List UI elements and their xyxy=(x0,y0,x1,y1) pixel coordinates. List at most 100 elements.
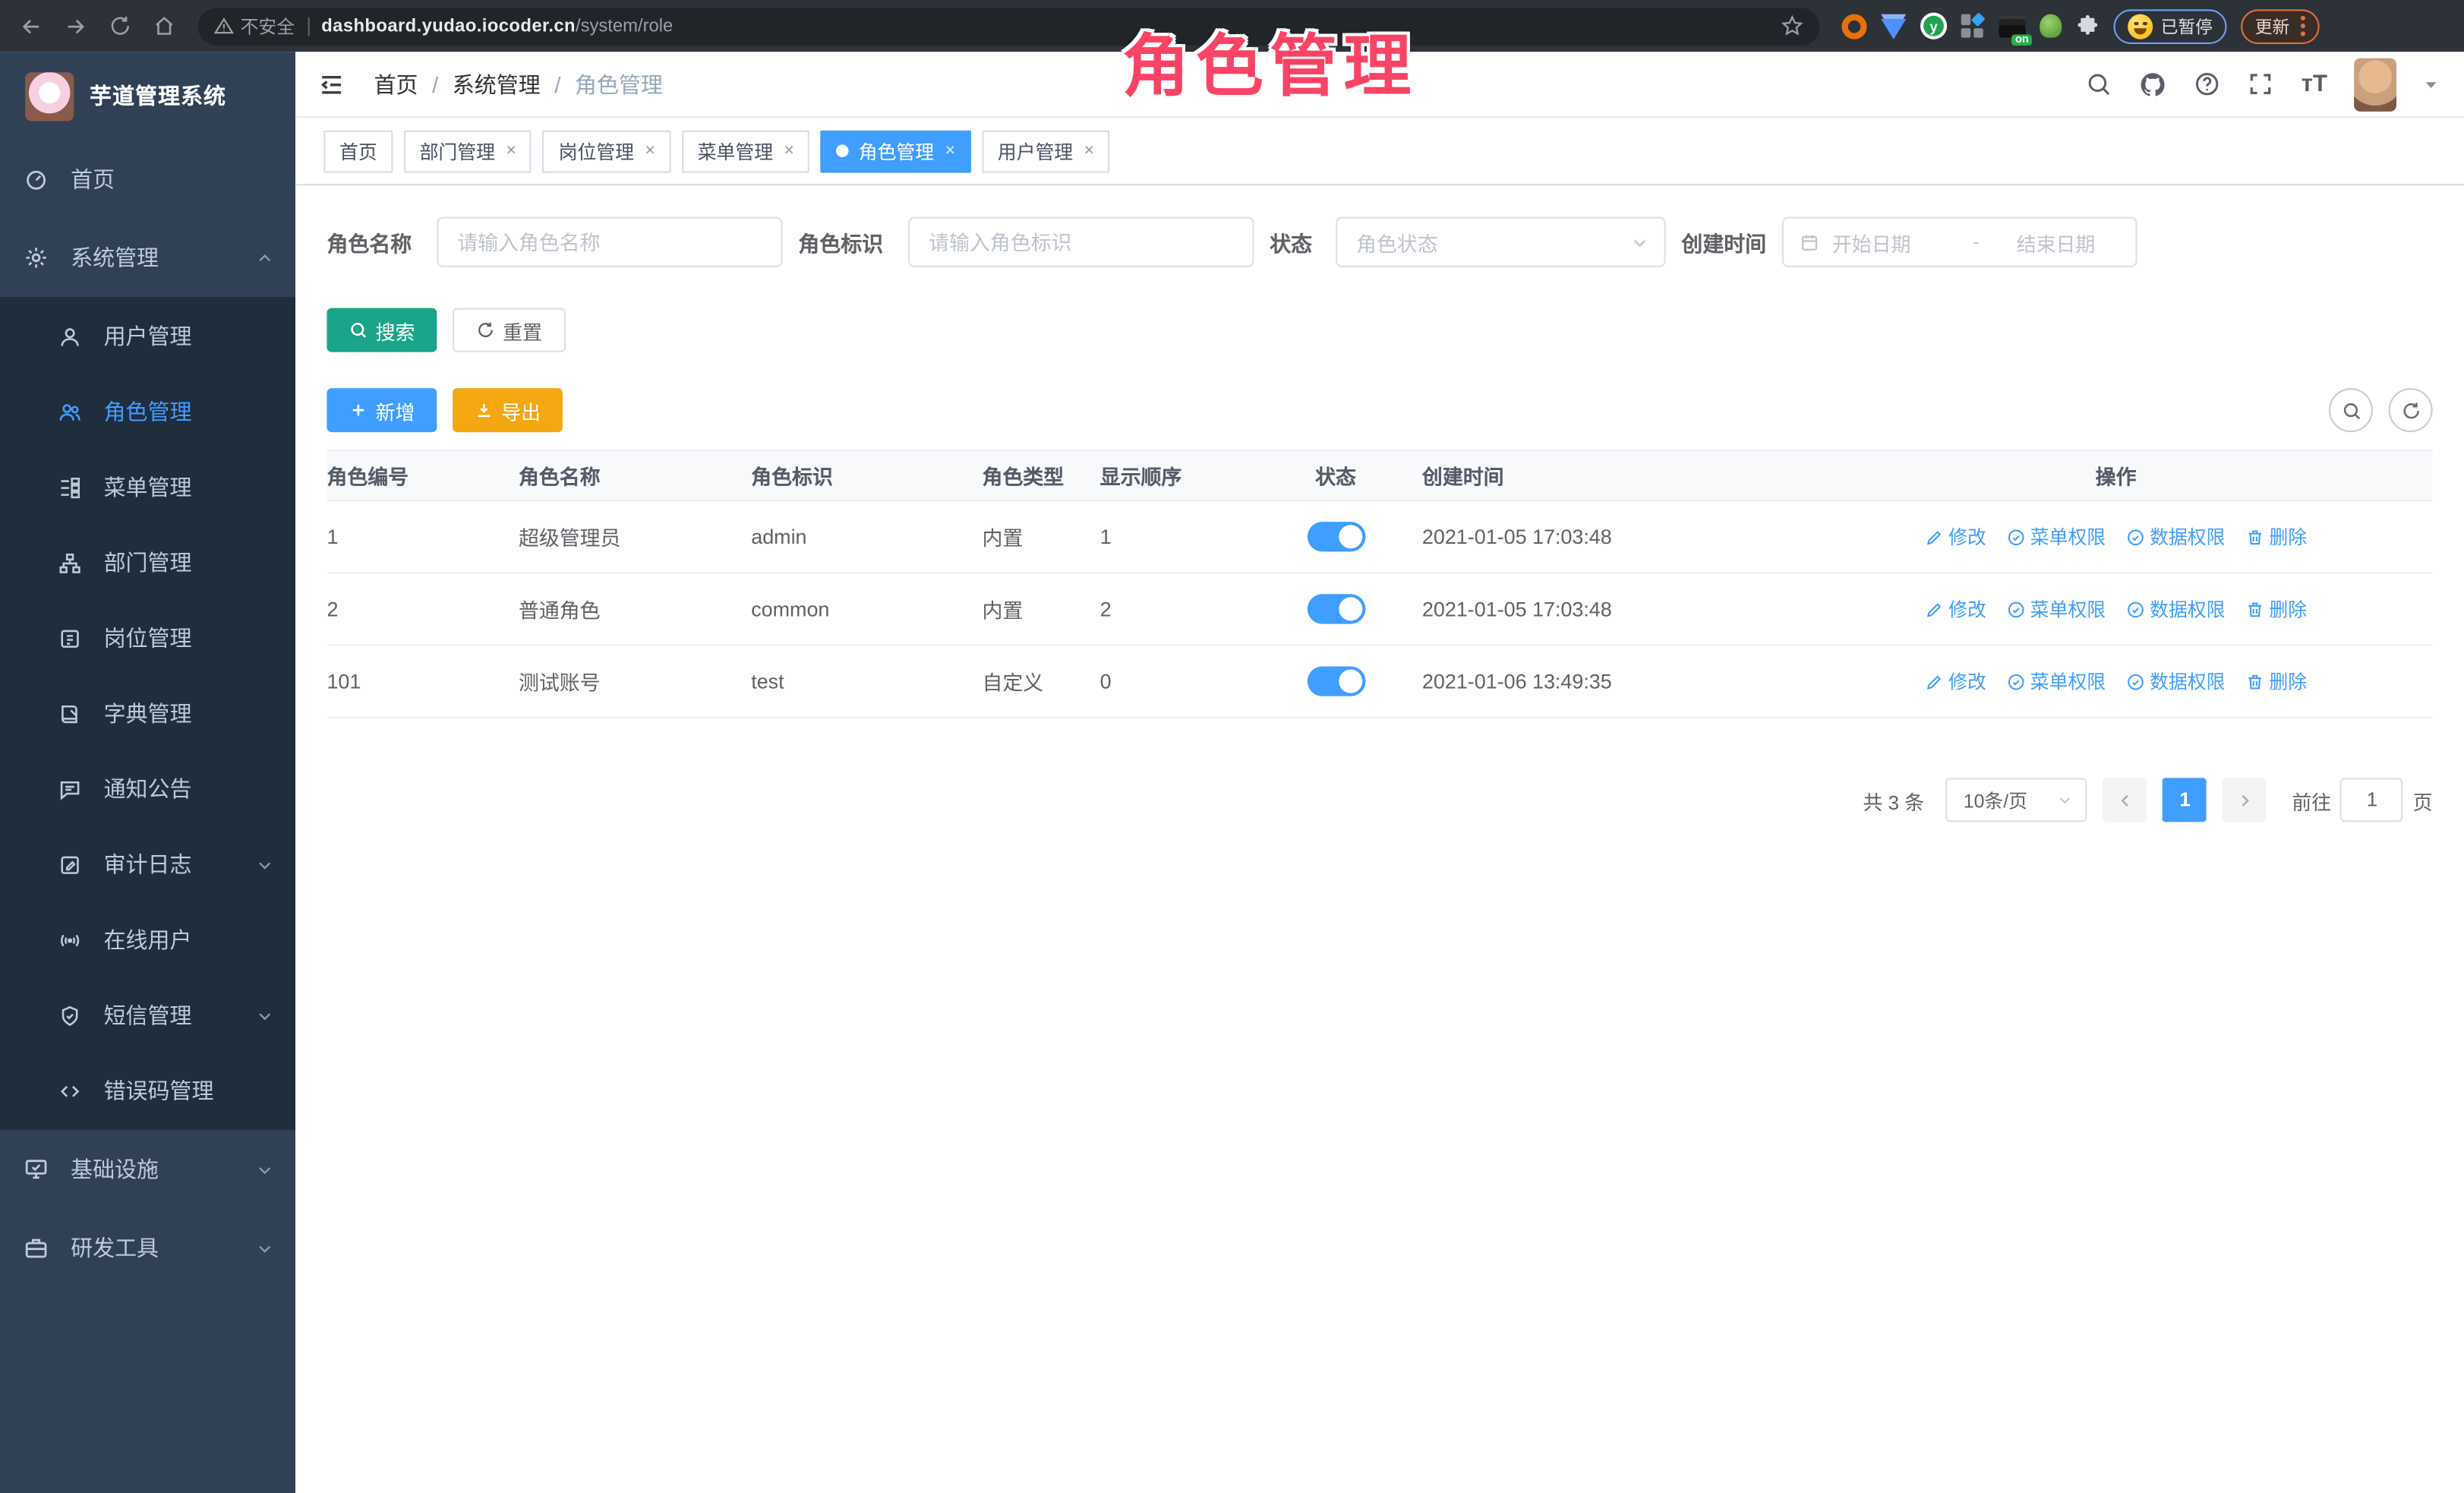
extension-gem-icon[interactable] xyxy=(1881,18,1906,39)
extensions-puzzle-icon[interactable] xyxy=(2076,14,2100,38)
edit-action[interactable]: 修改 xyxy=(1925,668,1986,695)
forward-icon[interactable] xyxy=(57,7,95,45)
role-name-input[interactable] xyxy=(437,217,782,267)
github-icon[interactable] xyxy=(2140,70,2168,98)
menu-permission-action[interactable]: 菜单权限 xyxy=(2007,523,2106,550)
delete-action[interactable]: 删除 xyxy=(2245,668,2307,695)
data-permission-action[interactable]: 数据权限 xyxy=(2126,668,2225,695)
menu-permission-action[interactable]: 菜单权限 xyxy=(2007,595,2106,622)
tab-post-mgmt[interactable]: 岗位管理 × xyxy=(543,130,671,172)
address-bar[interactable]: 不安全 dashboard.yudao.iocoder.cn /system/r… xyxy=(198,7,1820,45)
fullscreen-icon[interactable] xyxy=(2248,71,2274,97)
cell-role-id: 101 xyxy=(327,670,518,693)
search-icon xyxy=(349,320,368,339)
app-title: 芋道管理系统 xyxy=(90,80,226,112)
data-permission-action[interactable]: 数据权限 xyxy=(2126,523,2225,550)
browser-menu-icon[interactable] xyxy=(2301,16,2305,36)
help-icon[interactable] xyxy=(2194,71,2221,97)
start-date-placeholder: 开始日期 xyxy=(1832,227,1961,257)
pagination: 共 3 条 10条/页 1 前往 页 xyxy=(327,778,2432,822)
sidebar-item-online-users[interactable]: 在线用户 xyxy=(0,902,295,977)
edit-action[interactable]: 修改 xyxy=(1925,523,1986,550)
page-content: 角色名称 角色标识 状态 角色状态 xyxy=(295,185,2464,1493)
search-button[interactable]: 搜索 xyxy=(327,308,437,352)
cell-role-key: common xyxy=(751,597,982,620)
sidebar-item-audit-log[interactable]: 审计日志 xyxy=(0,827,295,902)
sidebar-item-home[interactable]: 首页 xyxy=(0,140,295,218)
cell-role-key: test xyxy=(751,670,982,693)
sidebar-item-menu-mgmt[interactable]: 菜单管理 xyxy=(0,450,295,525)
tab-user-mgmt[interactable]: 用户管理 × xyxy=(982,130,1110,172)
goto-label: 前往 xyxy=(2292,785,2331,815)
refresh-table-button[interactable] xyxy=(2389,388,2433,432)
tab-menu-mgmt[interactable]: 菜单管理 × xyxy=(682,130,810,172)
font-size-icon[interactable]: ᴛT xyxy=(2302,71,2327,97)
profile-paused-chip[interactable]: 已暂停 xyxy=(2114,8,2227,43)
calendar-icon xyxy=(1800,232,1820,252)
back-icon[interactable] xyxy=(13,7,51,45)
extension-orange-icon[interactable] xyxy=(1841,14,1866,39)
sidebar-fold-icon[interactable] xyxy=(317,70,345,98)
date-range-picker[interactable]: 开始日期 - 结束日期 xyxy=(1782,217,2137,267)
status-toggle[interactable] xyxy=(1307,666,1365,696)
goto-page-input[interactable] xyxy=(2341,778,2404,822)
page-number-1[interactable]: 1 xyxy=(2163,778,2207,822)
data-permission-action[interactable]: 数据权限 xyxy=(2126,595,2225,622)
extension-green-icon[interactable]: y xyxy=(1920,13,1947,39)
user-avatar[interactable] xyxy=(2354,58,2396,111)
edit-action[interactable]: 修改 xyxy=(1925,595,1986,622)
export-button[interactable]: 导出 xyxy=(453,388,563,432)
chevron-down-icon xyxy=(256,1239,273,1257)
breadcrumb-system[interactable]: 系统管理 xyxy=(453,68,541,99)
menu-permission-action[interactable]: 菜单权限 xyxy=(2007,668,2106,695)
close-icon[interactable]: × xyxy=(1084,141,1094,160)
sidebar-item-user-mgmt[interactable]: 用户管理 xyxy=(0,298,295,374)
role-key-input[interactable] xyxy=(908,217,1254,267)
toggle-search-button[interactable] xyxy=(2329,388,2373,432)
sidebar-item-dept-mgmt[interactable]: 部门管理 xyxy=(0,525,295,600)
prev-page-button[interactable] xyxy=(2103,778,2147,822)
next-page-button[interactable] xyxy=(2223,778,2267,822)
tab-role-mgmt[interactable]: 角色管理 × xyxy=(821,130,971,172)
update-button[interactable]: 更新 xyxy=(2241,8,2319,43)
caret-down-icon[interactable] xyxy=(2423,76,2439,92)
circle-check-icon xyxy=(2126,600,2145,619)
refresh-icon[interactable] xyxy=(100,7,138,45)
tab-home[interactable]: 首页 xyxy=(323,130,393,172)
cell-role-type: 自定义 xyxy=(982,666,1099,696)
delete-action[interactable]: 删除 xyxy=(2245,523,2307,550)
status-select[interactable]: 角色状态 xyxy=(1336,217,1666,267)
home-icon[interactable] xyxy=(144,7,182,45)
close-icon[interactable]: × xyxy=(645,141,655,160)
extension-on-icon[interactable]: on xyxy=(1999,15,2025,37)
circle-check-icon xyxy=(2126,672,2145,691)
sidebar-item-error-code[interactable]: 错误码管理 xyxy=(0,1053,295,1128)
sidebar-item-dict-mgmt[interactable]: 字典管理 xyxy=(0,676,295,751)
sidebar-item-dev-tools[interactable]: 研发工具 xyxy=(0,1208,295,1286)
search-icon[interactable] xyxy=(2086,71,2112,97)
page-unit-label: 页 xyxy=(2413,785,2433,815)
bookmark-star-icon[interactable] xyxy=(1781,14,1804,38)
extension-plant-icon[interactable] xyxy=(2040,14,2062,38)
status-toggle[interactable] xyxy=(1307,522,1365,551)
cell-created: 2021-01-05 17:03:48 xyxy=(1406,597,1799,620)
status-toggle[interactable] xyxy=(1307,594,1365,623)
breadcrumb-home[interactable]: 首页 xyxy=(374,68,418,99)
sidebar-item-infrastructure[interactable]: 基础设施 xyxy=(0,1130,295,1208)
page-size-select[interactable]: 10条/页 xyxy=(1946,778,2087,822)
delete-action[interactable]: 删除 xyxy=(2245,595,2307,622)
extension-grid-icon[interactable] xyxy=(1961,14,1985,38)
add-button[interactable]: 新增 xyxy=(327,388,437,432)
sidebar-item-post-mgmt[interactable]: 岗位管理 xyxy=(0,601,295,676)
sidebar-item-system[interactable]: 系统管理 xyxy=(0,219,295,297)
close-icon[interactable]: × xyxy=(506,141,516,160)
sidebar-item-notice[interactable]: 通知公告 xyxy=(0,751,295,826)
close-icon[interactable]: × xyxy=(784,141,794,160)
tab-dept-mgmt[interactable]: 部门管理 × xyxy=(404,130,532,172)
app-logo[interactable]: 芋道管理系统 xyxy=(0,52,295,140)
security-indicator[interactable]: 不安全 xyxy=(213,14,295,39)
close-icon[interactable]: × xyxy=(945,141,955,160)
sidebar-item-sms-mgmt[interactable]: 短信管理 xyxy=(0,977,295,1053)
sidebar-item-role-mgmt[interactable]: 角色管理 xyxy=(0,374,295,450)
reset-button[interactable]: 重置 xyxy=(453,308,566,352)
